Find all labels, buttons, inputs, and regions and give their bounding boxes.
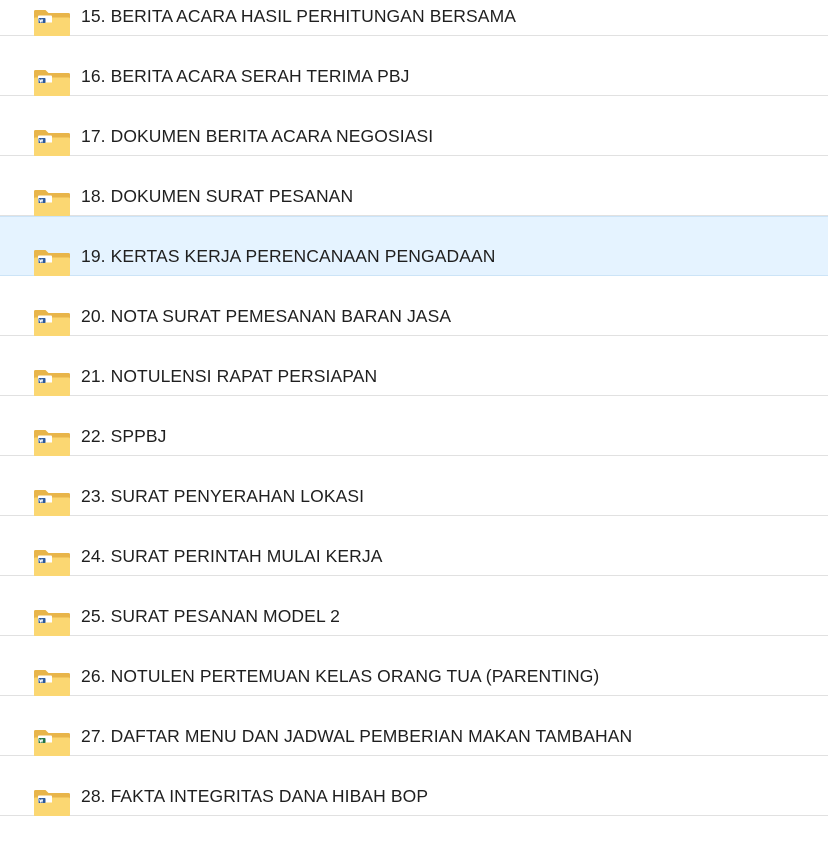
- folder-word-icon: [33, 367, 71, 397]
- folder-row-22[interactable]: 22. SPPBJ: [0, 396, 828, 456]
- folder-word-icon: [33, 7, 71, 37]
- folder-name: 21. NOTULENSI RAPAT PERSIAPAN: [81, 366, 378, 386]
- folder-name: 16. BERITA ACARA SERAH TERIMA PBJ: [81, 66, 410, 86]
- folder-row-24[interactable]: 24. SURAT PERINTAH MULAI KERJA: [0, 516, 828, 576]
- folder-excel-icon: [33, 727, 71, 757]
- folder-word-icon: [33, 307, 71, 337]
- folder-row-20[interactable]: 20. NOTA SURAT PEMESANAN BARAN JASA: [0, 276, 828, 336]
- folder-name: 22. SPPBJ: [81, 426, 167, 446]
- folder-name: 23. SURAT PENYERAHAN LOKASI: [81, 486, 365, 506]
- folder-name: 17. DOKUMEN BERITA ACARA NEGOSIASI: [81, 126, 434, 146]
- folder-row-21[interactable]: 21. NOTULENSI RAPAT PERSIAPAN: [0, 336, 828, 396]
- folder-row-28[interactable]: 28. FAKTA INTEGRITAS DANA HIBAH BOP: [0, 756, 828, 816]
- folder-name: 24. SURAT PERINTAH MULAI KERJA: [81, 546, 383, 566]
- folder-name: 19. KERTAS KERJA PERENCANAAN PENGADAAN: [81, 246, 496, 266]
- folder-word-icon: [33, 427, 71, 457]
- folder-row-17[interactable]: 17. DOKUMEN BERITA ACARA NEGOSIASI: [0, 96, 828, 156]
- folder-row-15[interactable]: 15. BERITA ACARA HASIL PERHITUNGAN BERSA…: [0, 0, 828, 36]
- folder-row-26[interactable]: 26. NOTULEN PERTEMUAN KELAS ORANG TUA (P…: [0, 636, 828, 696]
- folder-list: 15. BERITA ACARA HASIL PERHITUNGAN BERSA…: [0, 0, 828, 816]
- folder-row-19[interactable]: 19. KERTAS KERJA PERENCANAAN PENGADAAN: [0, 216, 828, 276]
- folder-row-27[interactable]: 27. DAFTAR MENU DAN JADWAL PEMBERIAN MAK…: [0, 696, 828, 756]
- folder-word-icon: [33, 547, 71, 577]
- folder-name: 28. FAKTA INTEGRITAS DANA HIBAH BOP: [81, 786, 429, 806]
- folder-row-25[interactable]: 25. SURAT PESANAN MODEL 2: [0, 576, 828, 636]
- folder-row-18[interactable]: 18. DOKUMEN SURAT PESANAN: [0, 156, 828, 216]
- folder-word-icon: [33, 187, 71, 217]
- folder-name: 26. NOTULEN PERTEMUAN KELAS ORANG TUA (P…: [81, 666, 600, 686]
- folder-word-icon: [33, 667, 71, 697]
- folder-name: 18. DOKUMEN SURAT PESANAN: [81, 186, 354, 206]
- folder-word-icon: [33, 67, 71, 97]
- folder-name: 20. NOTA SURAT PEMESANAN BARAN JASA: [81, 306, 452, 326]
- folder-name: 15. BERITA ACARA HASIL PERHITUNGAN BERSA…: [81, 6, 517, 26]
- folder-row-23[interactable]: 23. SURAT PENYERAHAN LOKASI: [0, 456, 828, 516]
- folder-name: 25. SURAT PESANAN MODEL 2: [81, 606, 340, 626]
- folder-word-icon: [33, 247, 71, 277]
- folder-name: 27. DAFTAR MENU DAN JADWAL PEMBERIAN MAK…: [81, 726, 633, 746]
- folder-word-icon: [33, 127, 71, 157]
- folder-row-16[interactable]: 16. BERITA ACARA SERAH TERIMA PBJ: [0, 36, 828, 96]
- folder-word-icon: [33, 487, 71, 517]
- folder-word-icon: [33, 607, 71, 637]
- folder-word-icon: [33, 787, 71, 817]
